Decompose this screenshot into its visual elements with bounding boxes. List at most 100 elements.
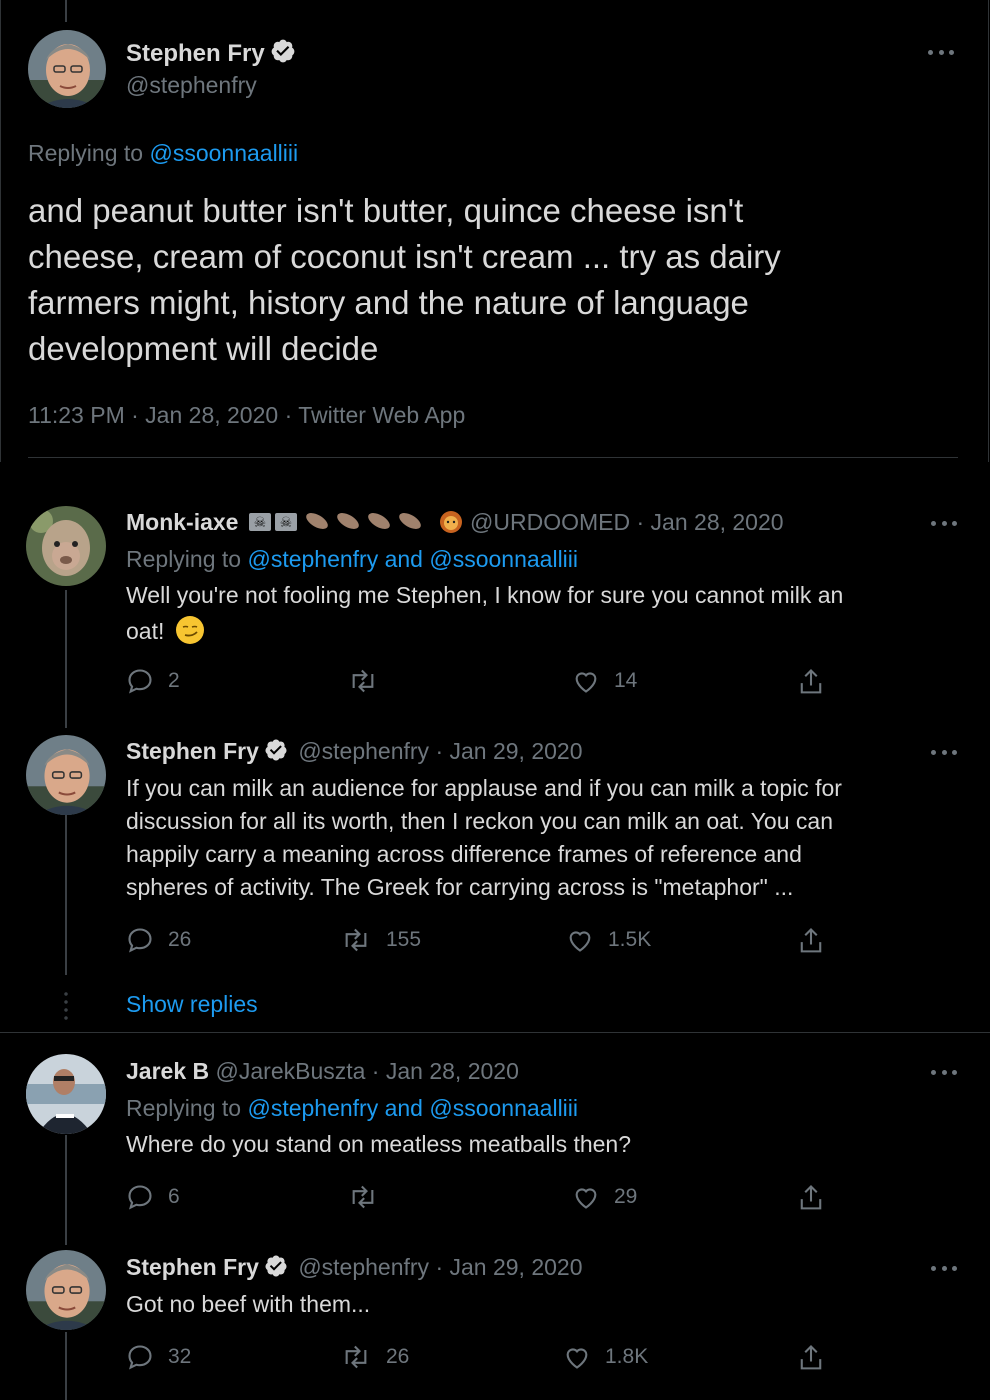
avatar-stephen-fry-2[interactable]	[26, 735, 106, 815]
reply-1-share-button[interactable]	[797, 667, 825, 697]
reply-2-like-button[interactable]: 1.5K	[566, 926, 651, 954]
reply-2-name[interactable]: Stephen Fry	[126, 738, 259, 764]
main-tweet-divider	[28, 457, 958, 458]
reply-4-reply-button[interactable]: 32	[126, 1343, 191, 1371]
thread-line-top	[65, 0, 67, 22]
reply-4-retweet-button[interactable]: 26	[340, 1343, 409, 1371]
reply-3-handle-date[interactable]: @JarekBuszta · Jan 28, 2020	[216, 1058, 519, 1084]
reply-3-name[interactable]: Jarek B	[126, 1058, 209, 1084]
reply-4-header: Stephen Fry @stephenfry · Jan 29, 2020	[126, 1254, 583, 1281]
author-name-text[interactable]: Stephen Fry	[126, 40, 265, 67]
reply-icon	[128, 928, 152, 953]
more-options-icon[interactable]	[928, 47, 954, 57]
reply-1-retweet-button[interactable]	[347, 667, 393, 695]
right-border	[988, 0, 989, 462]
reply-2-header: Stephen Fry @stephenfry · Jan 29, 2020	[126, 738, 583, 765]
reply-1-replying-link[interactable]: @stephenfry and @ssoonnaalliii	[247, 546, 578, 572]
reply-4-handle-date[interactable]: @stephenfry · Jan 29, 2020	[298, 1254, 582, 1280]
verified-badge-icon	[265, 739, 287, 761]
author-name[interactable]: Stephen Fry	[126, 38, 296, 68]
reply-icon	[128, 1345, 152, 1370]
thread-line-2	[65, 815, 67, 975]
avatar-jarek-b[interactable]	[26, 1054, 106, 1134]
reply-2-retweet-count: 155	[386, 928, 422, 951]
thread-line-3	[65, 1135, 67, 1245]
reply-4-more-icon[interactable]	[931, 1263, 957, 1273]
avatar-stephen-fry[interactable]	[28, 30, 106, 108]
reply-3-replying-link[interactable]: @stephenfry and @ssoonnaalliii	[247, 1095, 578, 1121]
reply-2-text-line-2: discussion for all its worth, then I rec…	[126, 808, 833, 834]
retweet-icon	[352, 1185, 374, 1209]
reply-4-share-button[interactable]	[797, 1343, 825, 1373]
reply-1-text-line-2: oat!	[126, 615, 205, 645]
reply-2-more-icon[interactable]	[931, 747, 957, 757]
replying-to: Replying to @ssoonnaalliii	[28, 140, 298, 167]
reply-1-like-count: 14	[614, 669, 638, 692]
tweet-text-line-1: and peanut butter isn't butter, quince c…	[28, 192, 744, 229]
avatar-stephen-fry-3[interactable]	[26, 1250, 106, 1330]
reply-1-text-line-1: Well you're not fooling me Stephen, I kn…	[126, 582, 844, 608]
reply-4-text-line-1: Got no beef with them...	[126, 1291, 371, 1317]
reply-3-text-line-1: Where do you stand on meatless meatballs…	[126, 1131, 632, 1157]
reply-2-text-line-4: spheres of activity. The Greek for carry…	[126, 874, 794, 900]
reply-1-like-button[interactable]: 14	[572, 667, 637, 695]
reply-3-replying-label: Replying to	[126, 1095, 242, 1121]
avatar-monk-iaxe[interactable]	[26, 506, 106, 586]
left-border	[0, 0, 1, 462]
thread-line-4	[65, 1332, 67, 1400]
reply-1-reply-button[interactable]: 2	[126, 667, 180, 695]
otter-emojis-icon	[303, 509, 431, 531]
reply-4-retweet-count: 26	[386, 1345, 410, 1368]
reply-3-like-count: 29	[614, 1185, 638, 1208]
replying-label: Replying to	[28, 140, 144, 166]
lion-emoji-icon	[438, 510, 464, 534]
reply-1-handle-date[interactable]: @URDOOMED · Jan 28, 2020	[470, 509, 784, 535]
author-handle[interactable]: @stephenfry	[126, 72, 257, 99]
reply-2-retweet-button[interactable]: 155	[340, 926, 421, 954]
verified-badge-icon	[265, 1255, 287, 1277]
reply-2-like-count: 1.5K	[608, 928, 652, 951]
heart-icon	[569, 931, 591, 952]
reply-1-name[interactable]: Monk-iaxe	[126, 509, 238, 535]
reply-3-retweet-button[interactable]	[347, 1183, 393, 1211]
reply-1-more-icon[interactable]	[931, 518, 957, 528]
verified-badge-icon	[271, 39, 295, 63]
reply-1-replying-to: Replying to @stephenfry and @ssoonnaalli…	[126, 546, 578, 573]
heart-icon	[575, 672, 597, 693]
reply-icon	[128, 1185, 152, 1210]
heart-icon	[566, 1348, 588, 1369]
replying-to-link[interactable]: @ssoonnaalliii	[149, 140, 298, 166]
tweet-text-line-3: farmers might, history and the nature of…	[28, 284, 749, 321]
thread-line-1	[65, 590, 67, 728]
reply-3-reply-button[interactable]: 6	[126, 1183, 180, 1211]
reply-3-header: Jarek B @JarekBuszta · Jan 28, 2020	[126, 1058, 519, 1085]
reply-3-share-button[interactable]	[797, 1183, 825, 1213]
thread-divider	[0, 1032, 990, 1033]
reply-2-reply-count: 26	[168, 928, 192, 951]
share-icon	[800, 1344, 822, 1370]
reply-1-reply-count: 2	[168, 669, 180, 692]
show-replies-link[interactable]: Show replies	[126, 991, 258, 1018]
reply-3-reply-count: 6	[168, 1185, 180, 1208]
tweet-text-line-4: development will decide	[28, 330, 379, 367]
retweet-icon	[345, 1345, 367, 1369]
share-icon	[800, 927, 822, 953]
reply-2-handle-date[interactable]: @stephenfry · Jan 29, 2020	[298, 738, 582, 764]
reply-3-like-button[interactable]: 29	[572, 1183, 637, 1211]
reply-4-name[interactable]: Stephen Fry	[126, 1254, 259, 1280]
reply-1-replying-label: Replying to	[126, 546, 242, 572]
thread-dots	[64, 990, 68, 1020]
reply-2-text-line-3: happily carry a meaning across differenc…	[126, 841, 802, 867]
reply-2-share-button[interactable]	[797, 926, 825, 956]
reply-4-like-button[interactable]: 1.8K	[563, 1343, 648, 1371]
heart-icon	[575, 1188, 597, 1209]
retweet-icon	[352, 669, 374, 693]
tweet-meta[interactable]: 11:23 PM · Jan 28, 2020 · Twitter Web Ap…	[28, 402, 465, 429]
reply-1-header: Monk-iaxe ☠ ☠ @URDOOMED · Jan 28, 2020	[126, 509, 784, 536]
reply-2-reply-button[interactable]: 26	[126, 926, 191, 954]
share-icon	[800, 668, 822, 694]
reply-3-replying-to: Replying to @stephenfry and @ssoonnaalli…	[126, 1095, 578, 1122]
smirk-emoji-icon	[175, 615, 205, 645]
reply-4-like-count: 1.8K	[605, 1345, 649, 1368]
reply-3-more-icon[interactable]	[931, 1067, 957, 1077]
